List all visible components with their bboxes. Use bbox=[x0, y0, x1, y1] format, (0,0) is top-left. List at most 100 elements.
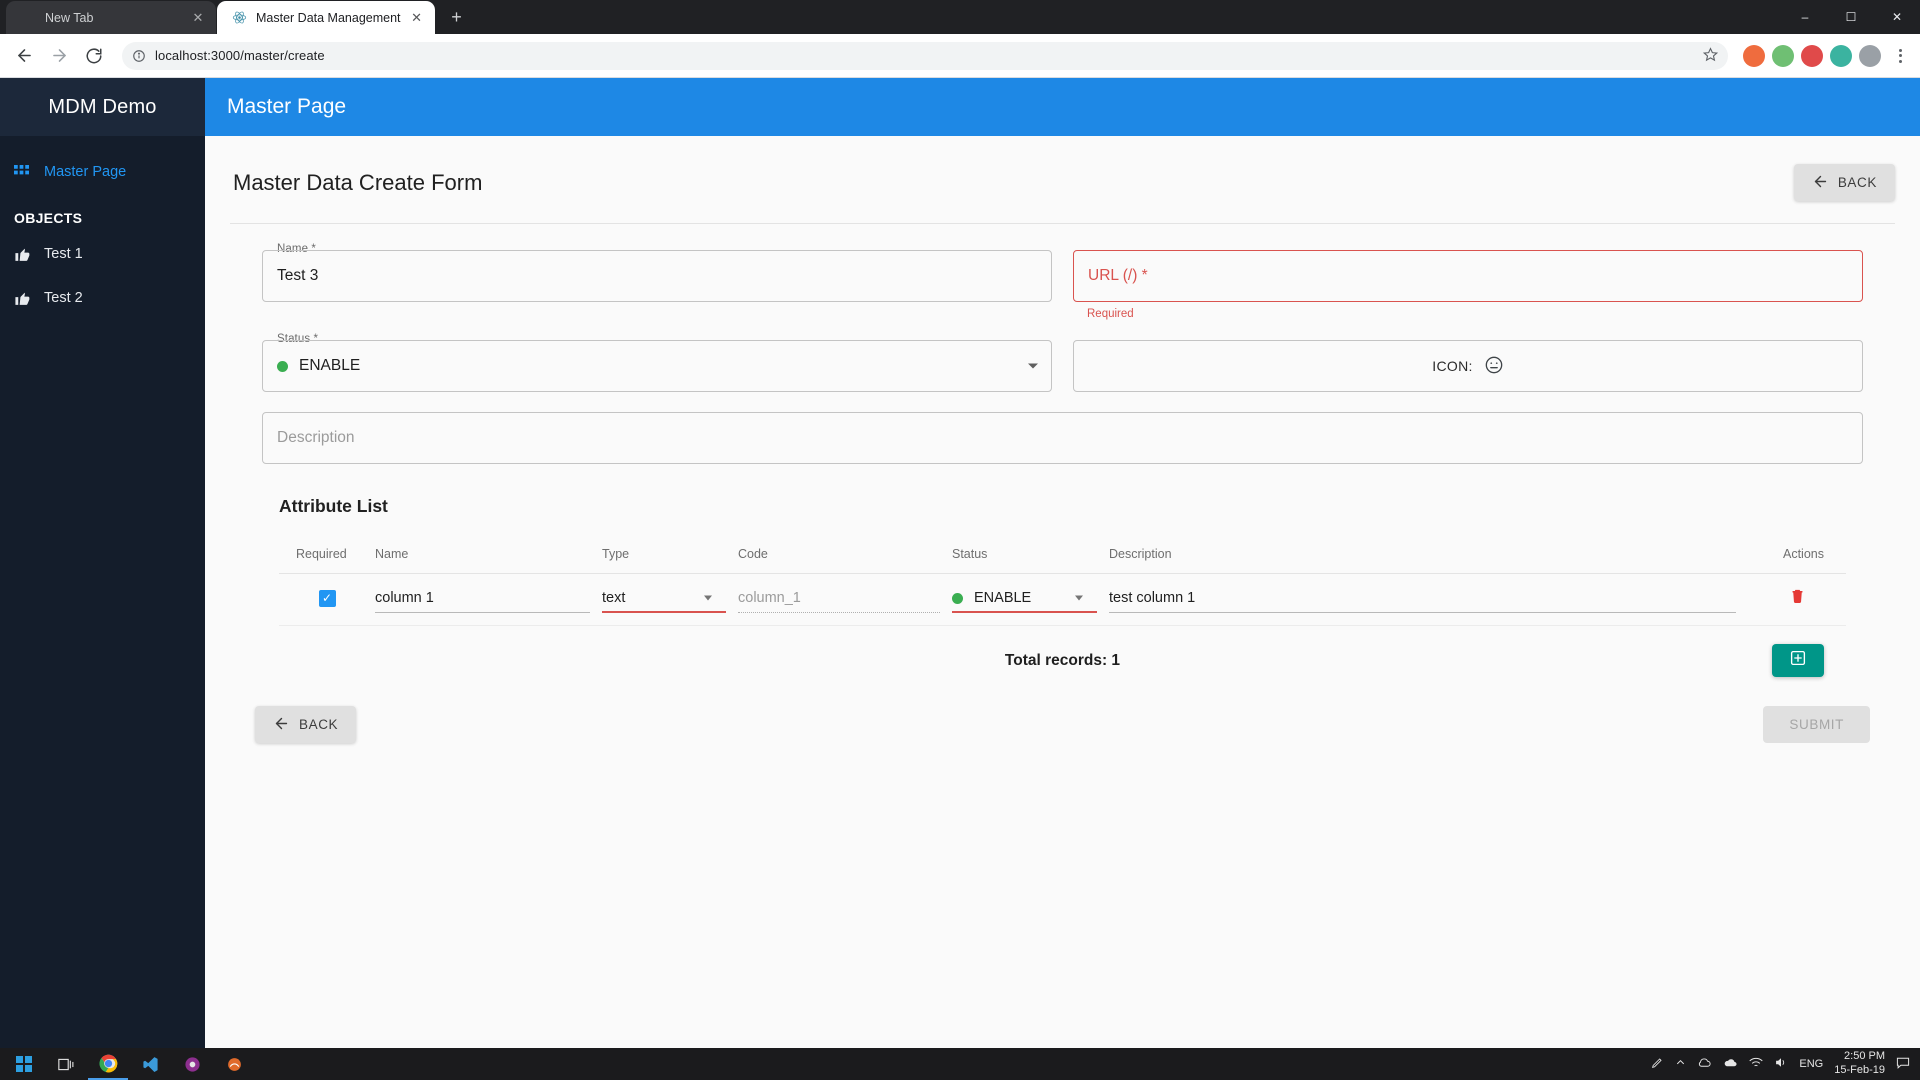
row-name-input[interactable]: column 1 bbox=[375, 583, 602, 613]
task-view-icon[interactable] bbox=[46, 1048, 86, 1080]
maximize-icon[interactable]: ☐ bbox=[1828, 0, 1874, 34]
row-status-select[interactable]: ENABLE bbox=[952, 583, 1109, 613]
back-button-top[interactable]: BACK bbox=[1794, 164, 1895, 201]
app-bar: Master Page bbox=[205, 78, 1920, 136]
form-actions: BACK SUBMIT bbox=[230, 670, 1895, 743]
address-bar[interactable]: localhost:3000/master/create bbox=[122, 42, 1728, 70]
app-orange-icon[interactable] bbox=[214, 1048, 254, 1080]
row-code-placeholder: column_1 bbox=[738, 590, 801, 606]
chevron-up-icon[interactable] bbox=[1675, 1057, 1686, 1071]
attribute-table: Required Name Type Code Status Descripti… bbox=[262, 539, 1863, 670]
name-input[interactable]: Test 3 bbox=[262, 250, 1052, 302]
column-header-description: Description bbox=[1109, 547, 1748, 561]
total-records-label: Total records: 1 bbox=[1005, 652, 1120, 670]
row-status-cell: ENABLE bbox=[952, 583, 1109, 613]
sidebar-item-test-2[interactable]: Test 2 bbox=[0, 276, 205, 320]
browser-menu-icon[interactable] bbox=[1889, 49, 1911, 63]
page-title: Master Data Create Form bbox=[230, 170, 482, 196]
create-form: Name * Test 3 URL (/) * Required bbox=[230, 224, 1895, 670]
extension-icon-3[interactable] bbox=[1801, 45, 1823, 67]
pen-icon[interactable] bbox=[1651, 1056, 1664, 1072]
form-row-1: Name * Test 3 URL (/) * Required bbox=[262, 250, 1863, 320]
extension-icon-2[interactable] bbox=[1772, 45, 1794, 67]
browser-tab-new-tab[interactable]: New Tab ✕ bbox=[6, 1, 216, 34]
trash-icon[interactable] bbox=[1789, 590, 1806, 609]
profile-avatar[interactable] bbox=[1859, 45, 1881, 67]
attribute-list-title: Attribute List bbox=[262, 484, 1863, 517]
network-icon[interactable] bbox=[1749, 1057, 1763, 1072]
tab-title: Master Data Management bbox=[256, 11, 401, 25]
arrow-left-icon bbox=[1812, 173, 1829, 193]
url-field-wrapper: URL (/) * Required bbox=[1073, 250, 1863, 320]
back-button-label: BACK bbox=[1838, 175, 1877, 190]
sidebar-item-label: Master Page bbox=[44, 164, 126, 180]
description-input[interactable]: Description bbox=[262, 412, 1863, 464]
required-checkbox[interactable]: ✓ bbox=[319, 590, 336, 607]
url-input[interactable]: URL (/) * bbox=[1073, 250, 1863, 302]
form-row-3: Description bbox=[262, 412, 1863, 464]
status-select[interactable]: ENABLE bbox=[262, 340, 1052, 392]
windows-icon[interactable] bbox=[4, 1048, 44, 1080]
add-attribute-button[interactable] bbox=[1772, 644, 1824, 677]
add-box-icon bbox=[1789, 649, 1807, 672]
sidebar-section-objects: OBJECTS bbox=[0, 194, 205, 232]
sidebar-brand: MDM Demo bbox=[0, 78, 205, 136]
vscode-icon[interactable] bbox=[130, 1048, 170, 1080]
back-icon[interactable] bbox=[9, 41, 39, 71]
chrome-icon[interactable] bbox=[88, 1048, 128, 1080]
icon-picker[interactable]: ICON: bbox=[1073, 340, 1863, 392]
app-purple-icon[interactable] bbox=[172, 1048, 212, 1080]
onedrive-icon[interactable] bbox=[1723, 1056, 1738, 1072]
bookmark-star-icon[interactable] bbox=[1703, 47, 1718, 65]
arrow-left-icon bbox=[273, 715, 290, 735]
description-field-wrapper: Description bbox=[262, 412, 1863, 464]
row-type-value: text bbox=[602, 590, 625, 606]
column-header-status: Status bbox=[952, 547, 1109, 561]
window-controls: – ☐ ✕ bbox=[1782, 0, 1920, 34]
sidebar-item-test-1[interactable]: Test 1 bbox=[0, 232, 205, 276]
row-name-value: column 1 bbox=[375, 590, 434, 606]
browser-window: New Tab ✕ Master Data Management ✕ + – ☐ bbox=[0, 0, 1920, 1080]
row-status-dot-icon bbox=[952, 593, 963, 604]
chevron-down-icon bbox=[1075, 596, 1083, 601]
status-field-wrapper: Status * ENABLE bbox=[262, 340, 1052, 392]
main-content: Master Page Master Data Create Form BACK bbox=[205, 78, 1920, 1048]
row-type-select[interactable]: text bbox=[602, 583, 738, 613]
extension-icon-1[interactable] bbox=[1743, 45, 1765, 67]
taskbar-apps bbox=[0, 1048, 254, 1080]
close-icon[interactable]: ✕ bbox=[190, 10, 206, 26]
name-field-wrapper: Name * Test 3 bbox=[262, 250, 1052, 320]
sidebar-item-master-page[interactable]: Master Page bbox=[0, 150, 205, 194]
browser-tab-master-data-management[interactable]: Master Data Management ✕ bbox=[217, 1, 435, 34]
volume-icon[interactable] bbox=[1774, 1056, 1788, 1072]
column-header-actions: Actions bbox=[1748, 547, 1846, 561]
status-dot-icon bbox=[277, 361, 288, 372]
notification-icon[interactable] bbox=[1896, 1056, 1910, 1072]
smiley-face-icon[interactable] bbox=[1484, 355, 1504, 378]
column-header-code: Code bbox=[738, 547, 952, 561]
submit-button-label: SUBMIT bbox=[1789, 717, 1844, 732]
table-row: ✓ column 1 text bbox=[279, 574, 1846, 626]
form-row-2: Status * ENABLE ICON: bbox=[262, 340, 1863, 392]
back-button-bottom[interactable]: BACK bbox=[255, 706, 356, 743]
row-actions-cell bbox=[1748, 587, 1846, 610]
taskbar-tray: ENG 2:50 PM 15-Feb-19 bbox=[1651, 1050, 1920, 1078]
submit-button[interactable]: SUBMIT bbox=[1763, 706, 1870, 743]
forward-icon[interactable] bbox=[44, 41, 74, 71]
table-header-row: Required Name Type Code Status Descripti… bbox=[279, 539, 1846, 574]
close-window-icon[interactable]: ✕ bbox=[1874, 0, 1920, 34]
language-indicator[interactable]: ENG bbox=[1799, 1058, 1823, 1070]
minimize-icon[interactable]: – bbox=[1782, 0, 1828, 34]
clock[interactable]: 2:50 PM 15-Feb-19 bbox=[1834, 1050, 1885, 1078]
extension-icon-4[interactable] bbox=[1830, 45, 1852, 67]
tab-title: New Tab bbox=[45, 11, 182, 25]
new-tab-button[interactable]: + bbox=[443, 3, 471, 31]
info-circle-icon bbox=[132, 49, 146, 63]
row-code-input[interactable]: column_1 bbox=[738, 583, 952, 613]
row-status-value: ENABLE bbox=[974, 590, 1031, 606]
column-header-required: Required bbox=[279, 547, 375, 561]
row-description-input[interactable]: test column 1 bbox=[1109, 583, 1748, 613]
cloud-icon[interactable] bbox=[1697, 1056, 1712, 1072]
close-icon[interactable]: ✕ bbox=[409, 10, 425, 26]
reload-icon[interactable] bbox=[79, 41, 109, 71]
